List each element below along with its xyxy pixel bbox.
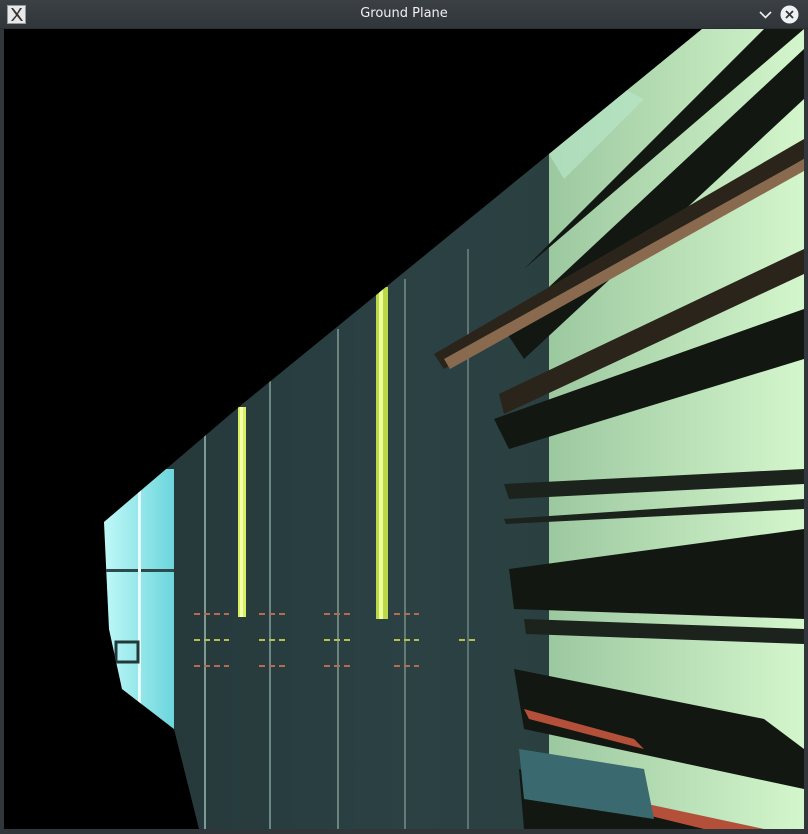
ground-plane-image bbox=[104, 29, 804, 829]
ground-plane-view[interactable] bbox=[4, 29, 804, 829]
title-bar[interactable]: Ground Plane bbox=[0, 0, 808, 29]
window-bottom-border bbox=[0, 829, 808, 833]
close-icon bbox=[780, 5, 799, 24]
close-button[interactable] bbox=[780, 5, 799, 24]
application-window: Ground Plane bbox=[0, 0, 808, 833]
chevron-down-icon bbox=[759, 11, 772, 19]
minimize-button[interactable] bbox=[756, 5, 775, 24]
window-title: Ground Plane bbox=[360, 6, 448, 21]
warped-floor-projection bbox=[104, 29, 804, 829]
